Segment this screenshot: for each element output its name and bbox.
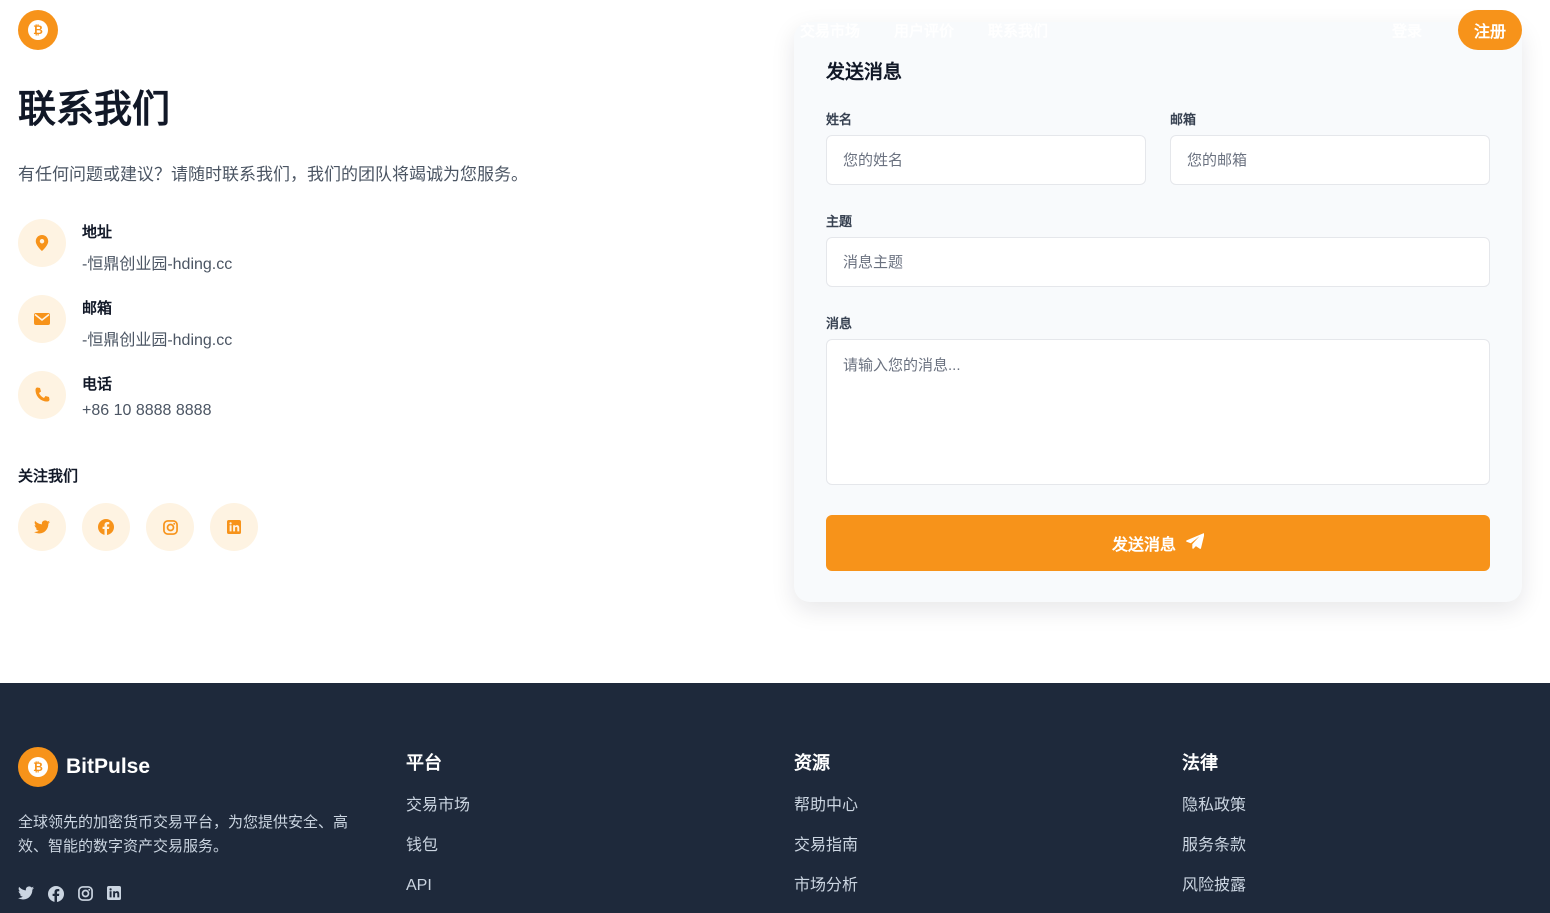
footer-link[interactable]: 隐私政策 <box>1182 797 1246 815</box>
contact-email: 邮箱 -恒鼎创业园-hding.cc <box>18 295 232 350</box>
footer-link[interactable]: 市场分析 <box>794 877 858 895</box>
name-label: 姓名 <box>826 112 853 127</box>
footer-link[interactable]: 钱包 <box>406 837 470 855</box>
brand-name: BitPulse-恒鼎创业园-hding.cc <box>68 21 344 44</box>
subject-input[interactable] <box>826 237 1490 287</box>
nav-item-contact[interactable]: 联系我们 <box>988 20 1048 41</box>
contact-form-card: 发送消息 姓名 邮箱 主题 消息 发送消息 <box>794 22 1522 602</box>
linkedin-icon[interactable] <box>210 503 258 551</box>
footer-brand-name: BitPulse <box>66 755 151 778</box>
facebook-icon[interactable] <box>48 886 64 907</box>
send-message-button[interactable]: 发送消息 <box>826 515 1490 571</box>
footer-link[interactable]: API <box>406 877 470 895</box>
footer-brand[interactable]: ₿ BitPulse <box>18 747 150 787</box>
nav-item-market[interactable]: 交易市场 <box>800 20 860 41</box>
footer-column-title: 平台 <box>406 753 442 773</box>
form-title: 发送消息 <box>826 62 903 83</box>
phone-icon <box>18 371 66 419</box>
footer-column-title: 法律 <box>1182 753 1218 773</box>
send-button-label: 发送消息 <box>1111 537 1176 554</box>
paper-plane-icon <box>1186 532 1205 554</box>
message-textarea[interactable] <box>826 339 1490 485</box>
footer-link[interactable]: 帮助中心 <box>794 797 858 815</box>
footer-column-platform: 平台 交易市场 钱包 API <box>406 749 470 895</box>
page-subtitle: 有任何问题或建议？请随时联系我们，我们的团队将竭诚为您服务。 <box>18 165 528 184</box>
footer-column-legal: 法律 隐私政策 服务条款 风险披露 <box>1182 749 1246 895</box>
instagram-icon[interactable] <box>146 503 194 551</box>
email-field-label: 邮箱 <box>1170 112 1197 127</box>
email-label: 邮箱 <box>82 300 113 317</box>
bitcoin-logo-icon: ₿ <box>18 747 58 787</box>
footer-link[interactable]: 服务条款 <box>1182 837 1246 855</box>
site-footer: ₿ BitPulse 全球领先的加密货币交易平台，为您提供安全、高效、智能的数字… <box>0 683 1550 913</box>
footer-column-resources: 资源 帮助中心 交易指南 市场分析 <box>794 749 858 895</box>
message-label: 消息 <box>826 316 853 331</box>
footer-link[interactable]: 交易市场 <box>406 797 470 815</box>
follow-title: 关注我们 <box>18 468 79 485</box>
address-label: 地址 <box>82 224 113 241</box>
main-nav: 交易市场 用户评价 联系我们 <box>800 20 1048 41</box>
address-value: -恒鼎创业园-hding.cc <box>82 256 233 273</box>
email-input[interactable] <box>1170 135 1490 185</box>
instagram-icon[interactable] <box>78 886 93 907</box>
bitcoin-logo-icon: ₿ <box>18 10 58 50</box>
envelope-icon <box>18 295 66 343</box>
contact-phone: 电话 +86 10 8888 8888 <box>18 371 211 420</box>
linkedin-icon[interactable] <box>107 886 121 907</box>
footer-link[interactable]: 风险披露 <box>1182 877 1246 895</box>
footer-social-links <box>18 886 121 907</box>
social-links <box>18 503 258 551</box>
contact-address: 地址 -恒鼎创业园-hding.cc <box>18 219 232 274</box>
register-button[interactable]: 注册 <box>1458 10 1522 50</box>
brand-logo[interactable]: ₿ BitPulse-恒鼎创业园-hding.cc <box>18 10 344 50</box>
subject-label: 主题 <box>826 214 853 229</box>
footer-description: 全球领先的加密货币交易平台，为您提供安全、高效、智能的数字资产交易服务。 <box>18 814 349 855</box>
top-nav-bar: ₿ BitPulse-恒鼎创业园-hding.cc 交易市场 用户评价 联系我们… <box>0 0 1550 60</box>
page-title: 联系我们 <box>18 89 171 131</box>
facebook-icon[interactable] <box>82 503 130 551</box>
footer-column-title: 资源 <box>794 753 830 773</box>
twitter-icon[interactable] <box>18 886 34 907</box>
footer-link[interactable]: 交易指南 <box>794 837 858 855</box>
map-pin-icon <box>18 219 66 267</box>
twitter-icon[interactable] <box>18 503 66 551</box>
name-input[interactable] <box>826 135 1146 185</box>
phone-label: 电话 <box>82 376 113 393</box>
email-value: -恒鼎创业园-hding.cc <box>82 332 233 349</box>
login-link[interactable]: 登录 <box>1392 20 1422 41</box>
phone-value: +86 10 8888 8888 <box>82 402 212 419</box>
nav-item-reviews[interactable]: 用户评价 <box>894 20 954 41</box>
